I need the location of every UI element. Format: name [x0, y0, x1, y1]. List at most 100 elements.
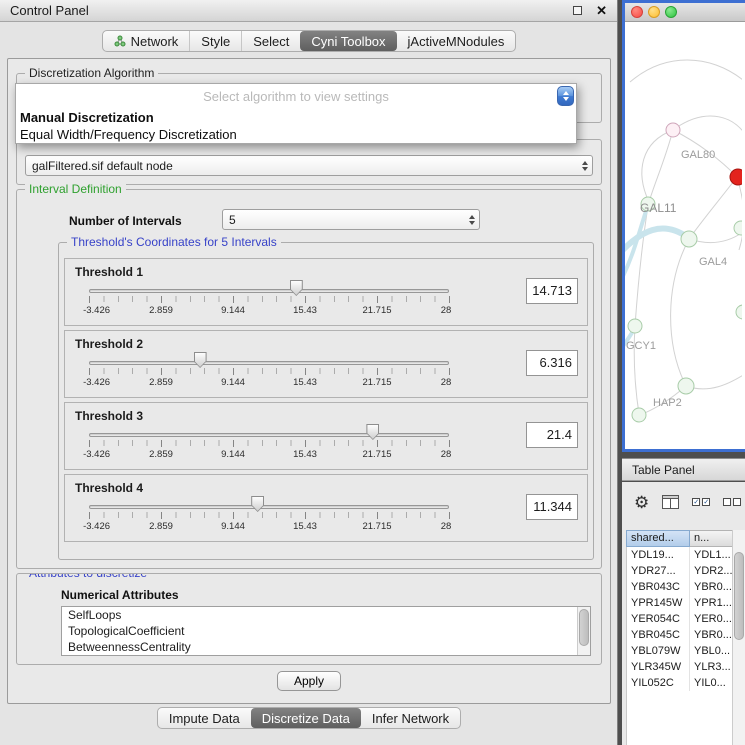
table-row[interactable]: YLR345WYLR3... — [627, 659, 733, 675]
numerical-attributes-list[interactable]: SelfLoopsTopologicalCoefficientBetweenne… — [61, 606, 591, 656]
tab-label: Impute Data — [169, 711, 240, 726]
threshold-label: Threshold 3 — [75, 409, 143, 423]
table-row[interactable]: YER054CYER0... — [627, 611, 733, 627]
node[interactable] — [632, 408, 646, 422]
tab-infer-network[interactable]: Infer Network — [361, 708, 460, 728]
table-row[interactable]: YIL052CYIL0... — [627, 675, 733, 691]
threshold-panel: Threshold 3 21.4 -3.4262.8599.14415.4321.7… — [64, 402, 588, 470]
column-header-shared-name[interactable]: shared... — [626, 530, 690, 547]
node[interactable] — [678, 378, 694, 394]
table-panel: ⚙ ✓ ✓ shared... n... YDL19...YDL1...YDR2… — [622, 482, 745, 745]
tab-cyni-toolbox[interactable]: Cyni Toolbox — [300, 31, 396, 51]
network-view-window: GAL80 GAL11 GAL4 GCY1 HAP2 — [622, 0, 745, 452]
tab-style[interactable]: Style — [189, 31, 241, 51]
threshold-slider[interactable]: -3.4262.8599.14415.4321.71528 — [89, 355, 449, 395]
gear-icon[interactable]: ⚙ — [634, 494, 649, 511]
slider-thumb[interactable] — [366, 424, 379, 440]
table-scrollbar[interactable] — [732, 530, 745, 745]
threshold-value-field[interactable]: 14.713 — [526, 278, 578, 304]
slider-thumb[interactable] — [194, 352, 207, 368]
tab-discretize-data[interactable]: Discretize Data — [251, 708, 361, 728]
node[interactable] — [628, 319, 642, 333]
threshold-slider[interactable]: -3.4262.8599.14415.4321.71528 — [89, 283, 449, 323]
threshold-slider[interactable]: -3.4262.8599.14415.4321.71528 — [89, 427, 449, 467]
slider-scale-label: 21.715 — [362, 449, 391, 460]
tab-jactivemnodules[interactable]: jActiveMNodules — [397, 31, 516, 51]
checkbox-icon: ✓ — [692, 498, 700, 506]
apply-button[interactable]: Apply — [277, 671, 341, 691]
slider-major-tick — [449, 368, 450, 375]
select-all-icon[interactable]: ✓ ✓ — [692, 498, 710, 506]
network-canvas[interactable]: GAL80 GAL11 GAL4 GCY1 HAP2 — [625, 22, 742, 449]
threshold-value-field[interactable]: 21.4 — [526, 422, 578, 448]
group-title-interval-definition: Interval Definition — [25, 182, 126, 196]
combo-arrows-icon — [582, 161, 588, 171]
table-row[interactable]: YBR043CYBR0... — [627, 579, 733, 595]
list-scrollbar-thumb[interactable] — [579, 609, 589, 646]
threshold-value-field[interactable]: 6.316 — [526, 350, 578, 376]
close-traffic-light-icon[interactable] — [631, 6, 643, 18]
slider-scale-label: 2.859 — [149, 449, 173, 460]
deselect-all-icon[interactable] — [723, 498, 741, 506]
tab-label: jActiveMNodules — [408, 34, 505, 49]
number-of-intervals-combobox[interactable]: 5 — [222, 209, 480, 230]
table-data-group: Table Data galFiltered.sif default node — [16, 139, 602, 185]
control-panel-titlebar: Control Panel ✕ — [0, 0, 617, 22]
cell-shared-name: YLR345W — [627, 659, 690, 675]
tab-select[interactable]: Select — [241, 31, 300, 51]
table-data-combobox[interactable]: galFiltered.sif default node — [25, 155, 593, 176]
algorithm-dropdown: Select algorithm to view settings Manual… — [15, 83, 577, 144]
node-label-gcy1: GCY1 — [626, 340, 656, 352]
dropdown-option-equal-width-frequency[interactable]: Equal Width/Frequency Discretization — [16, 126, 576, 143]
attribute-list-item[interactable]: BetweennessCentrality — [62, 639, 590, 655]
threshold-slider[interactable]: -3.4262.8599.14415.4321.71528 — [89, 499, 449, 539]
slider-thumb[interactable] — [290, 280, 303, 296]
node[interactable] — [736, 305, 742, 319]
threshold-value-field[interactable]: 11.344 — [526, 494, 578, 520]
slider-scale-label: -3.426 — [83, 305, 110, 316]
dropdown-option-manual-discretization[interactable]: Manual Discretization — [16, 109, 576, 126]
cell-name: YBL0... — [690, 643, 733, 659]
show-columns-icon[interactable] — [662, 495, 679, 509]
table-row[interactable]: YBL079WYBL0... — [627, 643, 733, 659]
tab-label: Cyni Toolbox — [311, 34, 385, 49]
network-window-titlebar[interactable] — [625, 3, 745, 22]
slider-major-tick — [233, 512, 234, 519]
table-row[interactable]: YDR27...YDR2... — [627, 563, 733, 579]
list-scrollbar[interactable] — [577, 607, 590, 655]
table-row[interactable]: YDL19...YDL1... — [627, 547, 733, 563]
close-icon[interactable]: ✕ — [596, 4, 607, 17]
table-panel-header: Table Panel — [622, 458, 745, 481]
tab-network[interactable]: Network — [103, 31, 190, 51]
slider-major-tick — [377, 440, 378, 447]
minimize-traffic-light-icon[interactable] — [648, 6, 660, 18]
table-row[interactable]: YBR045CYBR0... — [627, 627, 733, 643]
node[interactable] — [666, 123, 680, 137]
column-header-name[interactable]: n... — [690, 530, 733, 547]
slider-scale-label: 2.859 — [149, 521, 173, 532]
threshold-panel: Threshold 26.316-3.4262.8599.14415.4321.… — [64, 330, 588, 398]
group-title-thresholds: Threshold's Coordinates for 5 Intervals — [67, 235, 281, 249]
combo-stepper-button[interactable] — [557, 86, 574, 106]
network-graph: GAL80 GAL11 GAL4 GCY1 HAP2 — [625, 22, 742, 449]
node[interactable] — [734, 221, 742, 235]
slider-major-tick — [89, 512, 90, 519]
attribute-list-item[interactable]: SelfLoops — [62, 607, 590, 623]
tab-impute-data[interactable]: Impute Data — [158, 708, 251, 728]
algorithm-combobox[interactable]: Select algorithm to view settings — [16, 84, 576, 109]
zoom-traffic-light-icon[interactable] — [665, 6, 677, 18]
slider-scale-label: 9.144 — [221, 377, 245, 388]
slider-scale-label: 28 — [441, 305, 452, 316]
table-scrollbar-thumb[interactable] — [734, 552, 744, 640]
slider-scale: -3.4262.8599.14415.4321.71528 — [89, 305, 449, 316]
cell-name: YDL1... — [690, 547, 733, 563]
threshold-panel: Threshold 114.713-3.4262.8599.14415.4321… — [64, 258, 588, 326]
table-row[interactable]: YPR145WYPR1... — [627, 595, 733, 611]
node[interactable] — [681, 231, 697, 247]
attribute-list-item[interactable]: TopologicalCoefficient — [62, 623, 590, 639]
slider-track — [89, 505, 449, 509]
node-selected[interactable] — [730, 169, 742, 185]
network-nodes[interactable] — [628, 123, 742, 422]
slider-thumb[interactable] — [251, 496, 264, 512]
float-window-icon[interactable] — [573, 6, 582, 15]
